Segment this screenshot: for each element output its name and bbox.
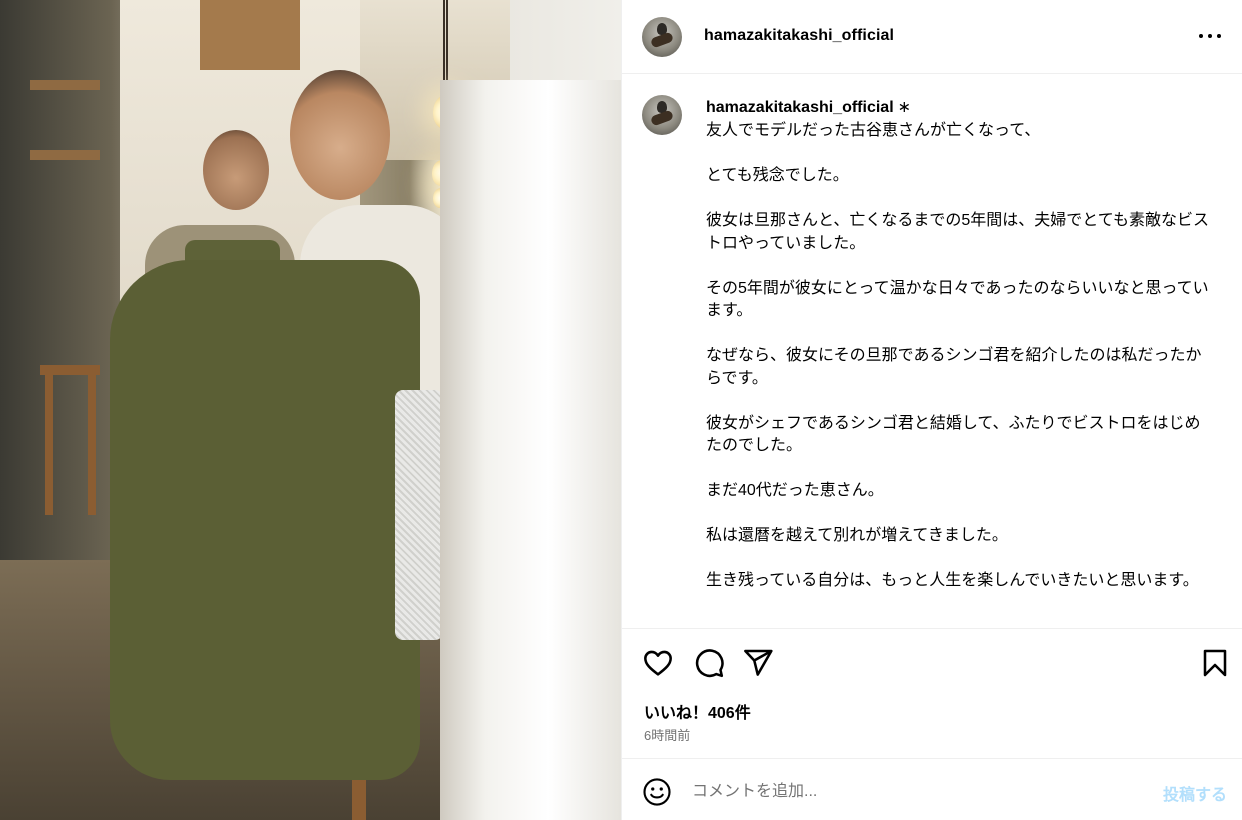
caption-author: hamazakitakashi_official ∗ [706, 97, 911, 117]
ellipsis-icon[interactable] [1199, 26, 1221, 46]
photo-shelf [30, 150, 100, 160]
post-comment-button[interactable]: 投稿する [1163, 781, 1227, 805]
caption-username[interactable]: hamazakitakashi_official [706, 99, 894, 116]
bookmark-icon[interactable] [1199, 647, 1231, 679]
like-count[interactable]: いいね！406件 [644, 699, 751, 723]
photo-stool-leg [88, 375, 96, 515]
comment-icon[interactable] [693, 647, 725, 679]
comment-input[interactable] [692, 778, 1132, 806]
post-header: hamazakitakashi_official [622, 0, 1242, 74]
heart-icon[interactable] [642, 647, 674, 679]
post-time[interactable]: 6時間前 [644, 725, 690, 744]
post-photo[interactable] [0, 0, 621, 820]
photo-stool-leg [45, 375, 53, 515]
photo-shelf [30, 80, 100, 90]
photo-apron [110, 260, 420, 780]
photo-shelf [200, 0, 300, 70]
caption-text: 友人でモデルだった古谷恵さんが亡くなって、 とても残念でした。 彼女は旦那さんと… [706, 122, 1209, 589]
photo-person-man [203, 130, 269, 210]
caption-mark: ∗ [897, 99, 912, 116]
photo-stool [40, 365, 100, 375]
post-panel: hamazakitakashi_official hamazakitakashi… [621, 0, 1242, 820]
photo-towel [395, 390, 443, 640]
photo-person-woman [290, 70, 390, 200]
comment-composer: 投稿する [622, 758, 1242, 820]
caption-section: hamazakitakashi_official ∗ 友人でモデルだった古谷恵さん… [622, 75, 1242, 627]
author-username[interactable]: hamazakitakashi_official [704, 27, 894, 45]
paper-plane-icon[interactable] [742, 647, 774, 679]
photo-pillar [440, 80, 621, 820]
caption-author-avatar[interactable] [642, 95, 682, 135]
emoji-smile-icon[interactable] [642, 777, 672, 807]
post-actions: いいね！406件 6時間前 [622, 628, 1242, 758]
author-avatar[interactable] [642, 17, 682, 57]
